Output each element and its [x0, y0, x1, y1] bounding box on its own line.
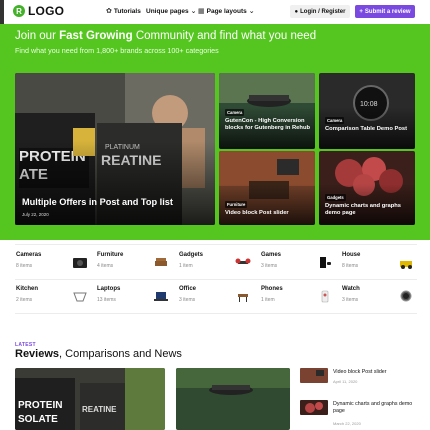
- divider: [15, 244, 417, 245]
- protein-photo: PROTEIN SOLATE REATINE: [15, 368, 165, 430]
- submit-review-button[interactable]: + Submit a review: [355, 5, 415, 18]
- category-count: 8 items: [16, 263, 33, 269]
- featured-card[interactable]: Camera GutenCon - High Conversion blocks…: [219, 73, 315, 149]
- gear-icon: ✿: [106, 8, 112, 15]
- side-thumb[interactable]: [300, 400, 328, 415]
- category-count: 3 items: [179, 297, 196, 303]
- category-count: 2 items: [16, 297, 33, 303]
- chevron-down-icon: ⌄: [190, 8, 197, 15]
- category-name: Furniture: [97, 252, 124, 258]
- header: R LOGO ✿ Tutorials Unique pages ⌄ ▦ Page…: [0, 0, 430, 26]
- side-item-date: April 11, 2020: [333, 379, 358, 384]
- category-name: Gadgets: [179, 252, 204, 258]
- featured-card-title[interactable]: GutenCon - High Conversion blocks for Gu…: [225, 118, 311, 131]
- category-count: 1 item: [179, 263, 193, 269]
- furniture-icon: [155, 258, 167, 266]
- page: R LOGO ✿ Tutorials Unique pages ⌄ ▦ Page…: [0, 0, 430, 430]
- category-laptops[interactable]: Laptops 13 items: [97, 286, 175, 316]
- category-kitchen[interactable]: Kitchen 2 items: [16, 286, 94, 316]
- category-count: 1 item: [261, 297, 275, 303]
- side-thumb[interactable]: [300, 368, 328, 383]
- logo-text[interactable]: LOGO: [28, 4, 64, 18]
- nav-unique-pages[interactable]: Unique pages ⌄: [146, 7, 197, 16]
- login-label: Login / Register: [300, 8, 346, 15]
- review-card[interactable]: [176, 368, 290, 430]
- watch-icon: [400, 290, 412, 302]
- category-name: Office: [179, 286, 197, 292]
- category-name: Phones: [261, 286, 283, 292]
- category-furniture[interactable]: Furniture 4 items: [97, 252, 175, 282]
- plus-icon: +: [359, 8, 363, 15]
- category-name: Laptops: [97, 286, 121, 292]
- nav-label: Unique pages: [146, 7, 189, 15]
- nav-tutorials[interactable]: ✿ Tutorials: [106, 7, 141, 16]
- nav-page-layouts[interactable]: ▦ Page layouts ⌄: [198, 7, 255, 16]
- category-tag[interactable]: Camera: [325, 117, 345, 124]
- category-count: 8 items: [342, 263, 359, 269]
- featured-card[interactable]: Furniture Video block Post slider: [219, 151, 315, 225]
- featured-main-card[interactable]: PROTEIN ATE PLATINUM REATINE Multiple Of…: [15, 73, 215, 225]
- category-count: 13 items: [97, 297, 116, 303]
- category-count: 4 items: [97, 263, 114, 269]
- laptop-icon: [154, 292, 168, 301]
- featured-card-title[interactable]: Video block Post slider: [225, 210, 311, 217]
- chevron-down-icon: ⌄: [248, 8, 255, 15]
- room-thumb-image: [300, 368, 328, 383]
- svg-text:PROTEIN: PROTEIN: [18, 400, 62, 411]
- logo-mark-icon[interactable]: R: [13, 5, 25, 17]
- hero-title: Join our Fast Growing Community and find…: [15, 30, 317, 42]
- office-chair-icon: [238, 294, 248, 302]
- category-phones[interactable]: Phones 1 item: [261, 286, 339, 316]
- review-card[interactable]: PROTEIN SOLATE REATINE: [15, 368, 165, 430]
- category-name: Cameras: [16, 252, 42, 258]
- nav-label: Page layouts: [206, 7, 247, 15]
- category-tag[interactable]: Gadgets: [325, 194, 346, 201]
- category-count: 3 items: [261, 263, 278, 269]
- side-item-date: March 22, 2020: [333, 421, 361, 426]
- side-marker: [0, 0, 4, 26]
- category-count: 3 items: [342, 297, 359, 303]
- hero-subtitle: Find what you need from 1,800+ brands ac…: [15, 46, 219, 55]
- featured-card[interactable]: 10:08 Camera Comparison Table Demo Post: [319, 73, 415, 149]
- kitchen-icon: [73, 292, 87, 302]
- category-name: House: [342, 252, 361, 258]
- user-icon: ●: [294, 8, 299, 15]
- featured-main-title[interactable]: Multiple Offers in Post and Top list: [22, 197, 212, 208]
- house-icon: [400, 261, 412, 269]
- grid-icon: ▦: [198, 8, 205, 15]
- category-house[interactable]: House 8 items: [342, 252, 420, 282]
- category-cameras[interactable]: Cameras 8 items: [16, 252, 94, 282]
- category-name: Watch: [342, 286, 360, 292]
- login-button[interactable]: ● Login / Register: [290, 5, 350, 18]
- category-tag[interactable]: Camera: [225, 109, 245, 116]
- phone-icon: [321, 290, 329, 303]
- category-watch[interactable]: Watch 3 items: [342, 286, 420, 316]
- featured-card-title[interactable]: Comparison Table Demo Post: [325, 126, 411, 133]
- console-icon: [320, 257, 331, 268]
- drone-forest-photo: [176, 368, 290, 430]
- category-games[interactable]: Games 3 items: [261, 252, 339, 282]
- category-office[interactable]: Office 3 items: [179, 286, 257, 316]
- category-tag[interactable]: Furniture: [225, 201, 248, 208]
- drone-icon: [235, 258, 251, 264]
- side-item-title[interactable]: Dynamic charts and graphs demo page: [333, 401, 415, 415]
- svg-text:SOLATE: SOLATE: [18, 414, 58, 425]
- featured-main-date: July 22, 2020: [22, 212, 49, 217]
- camera-icon: [73, 258, 87, 268]
- category-gadgets[interactable]: Gadgets 1 item: [179, 252, 257, 282]
- category-name: Kitchen: [16, 286, 39, 292]
- svg-text:REATINE: REATINE: [82, 405, 117, 414]
- nav-label: Tutorials: [113, 7, 141, 15]
- category-name: Games: [261, 252, 282, 258]
- featured-card[interactable]: Gadgets Dynamic charts and graphs demo p…: [319, 151, 415, 225]
- side-item-title[interactable]: Video block Post slider: [333, 369, 423, 376]
- submit-label: Submit a review: [364, 8, 411, 15]
- flowers-thumb-image: [300, 400, 328, 415]
- section-title: Reviews, Comparisons and News: [15, 348, 182, 360]
- featured-card-title[interactable]: Dynamic charts and graphs demo page: [325, 203, 411, 216]
